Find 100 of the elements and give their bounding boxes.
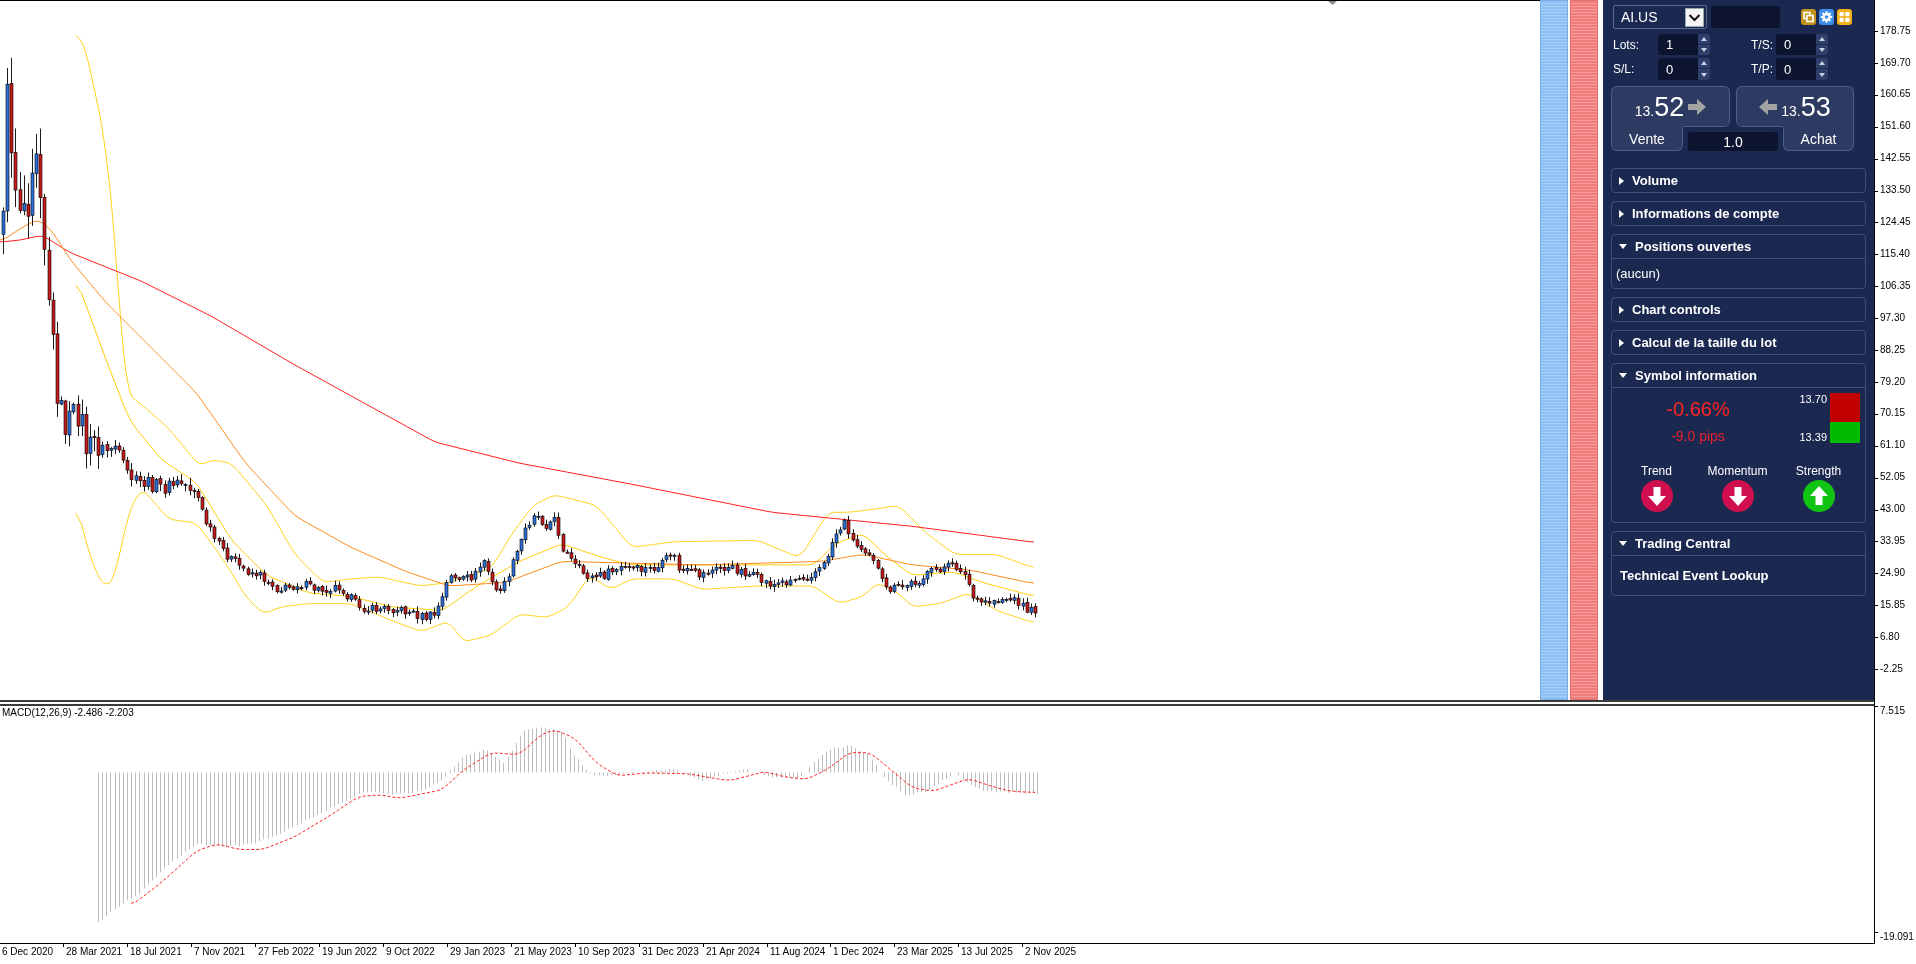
step-down-button[interactable]	[1816, 69, 1828, 80]
price-label: 43.00	[1880, 503, 1906, 515]
high-range-block	[1830, 393, 1860, 422]
section-header[interactable]: Volume	[1612, 169, 1865, 192]
low-price: 13.39	[1799, 431, 1827, 443]
low-range-block	[1830, 422, 1860, 443]
price-label: 160.65	[1880, 88, 1911, 100]
field-label: Lots:	[1613, 37, 1640, 52]
empty-positions-text: (aucun)	[1616, 266, 1661, 281]
price-label: 70.15	[1880, 407, 1906, 419]
arrow-down-icon	[1640, 480, 1673, 512]
field-label: S/L:	[1613, 62, 1636, 76]
date-label: 21 May 2023	[514, 945, 572, 957]
macd-axis-label: -19.091	[1880, 930, 1914, 942]
price-label: 142.55	[1880, 152, 1911, 164]
date-label: 23 Mar 2025	[897, 945, 954, 957]
date-label: 18 Jul 2021	[130, 945, 182, 957]
price-label: 33.95	[1880, 535, 1906, 547]
buy-button[interactable]: Achat	[1783, 127, 1854, 151]
section-header[interactable]: Symbol information	[1612, 364, 1865, 387]
caret-up-icon	[1701, 61, 1707, 65]
price-label: 169.70	[1880, 56, 1911, 68]
indicator-label: Strength	[1795, 463, 1842, 479]
number-field[interactable]: 0	[1776, 58, 1816, 80]
date-label: 7 Nov 2021	[194, 945, 246, 957]
settings-icon[interactable]	[1819, 9, 1834, 25]
arrow-left-icon	[1759, 99, 1778, 115]
macd-label: MACD(12,26,9) -2.486 -2.203	[1, 706, 134, 720]
price-label: 24.90	[1880, 566, 1906, 578]
caret-up-icon	[1819, 61, 1825, 65]
date-label: 6 Dec 2020	[2, 945, 54, 957]
step-up-button[interactable]	[1816, 34, 1828, 45]
date-label: 11 Aug 2024	[770, 945, 826, 957]
date-label: 27 Feb 2022	[258, 945, 315, 957]
caret-down-icon	[1819, 47, 1825, 52]
chevron-down-icon	[1685, 7, 1704, 27]
number-field[interactable]: 1	[1658, 34, 1698, 55]
date-label: 2 Nov 2025	[1025, 945, 1077, 957]
change-pips: -9.0 pips	[1671, 427, 1725, 445]
triangle-marker-icon	[1328, 1, 1337, 5]
caret-down-icon	[1819, 72, 1825, 77]
macd-axis-label: 7.515	[1880, 704, 1906, 716]
step-down-button[interactable]	[1698, 44, 1710, 55]
grid-icon[interactable]	[1837, 9, 1852, 25]
price-label: 115.40	[1880, 247, 1910, 259]
price-label: 79.20	[1880, 375, 1906, 387]
caret-up-icon	[1701, 36, 1707, 41]
step-up-button[interactable]	[1816, 58, 1828, 69]
sell-price-button[interactable]: 13.52	[1611, 86, 1730, 127]
lot-size-field[interactable]: 1.0	[1688, 132, 1778, 151]
price-label: 178.75	[1880, 24, 1911, 36]
caret-down-icon	[1701, 47, 1707, 52]
step-up-button[interactable]	[1698, 58, 1710, 69]
price-label: 133.50	[1880, 184, 1911, 196]
input-field[interactable]	[1711, 6, 1780, 28]
step-up-button[interactable]	[1698, 34, 1710, 45]
section-header[interactable]: Chart controls	[1612, 298, 1865, 321]
section-header[interactable]: Calcul de la taille du lot	[1612, 331, 1865, 354]
price-label: 106.35	[1880, 279, 1911, 291]
price-label: -2.25	[1880, 662, 1903, 674]
symbol-dropdown[interactable]: AI.US	[1613, 5, 1707, 29]
arrow-down-icon	[1721, 480, 1754, 512]
buy-price-button[interactable]: 13.53	[1736, 86, 1854, 127]
copy-icon[interactable]	[1801, 9, 1816, 25]
section-header[interactable]: Trading Central	[1612, 532, 1865, 555]
step-down-button[interactable]	[1816, 44, 1828, 55]
date-label: 19 Jun 2022	[322, 945, 378, 957]
date-label: 13 Jul 2025	[961, 945, 1013, 957]
price-label: 52.05	[1880, 471, 1906, 483]
price-label: 15.85	[1880, 598, 1906, 610]
price-label: 151.60	[1880, 120, 1911, 132]
price-label: 124.45	[1880, 216, 1911, 228]
arrow-right-icon	[1688, 99, 1707, 115]
date-label: 1 Dec 2024	[833, 945, 885, 957]
arrow-up-icon	[1802, 480, 1835, 512]
indicator-label: Trend	[1641, 463, 1672, 479]
date-label: 21 Apr 2024	[706, 945, 760, 957]
section-header[interactable]: Informations de compte	[1612, 202, 1865, 225]
number-field[interactable]: 0	[1658, 58, 1698, 80]
section-header[interactable]: Positions ouvertes	[1612, 235, 1865, 258]
date-label: 10 Sep 2023	[578, 945, 635, 957]
price-label: 61.10	[1880, 439, 1906, 451]
caret-down-icon	[1701, 72, 1707, 77]
high-price: 13.70	[1799, 393, 1827, 405]
caret-up-icon	[1819, 36, 1825, 41]
event-lookup-link[interactable]: Technical Event Lookup	[1620, 568, 1769, 583]
number-field[interactable]: 0	[1776, 34, 1816, 55]
indicator-label: Momentum	[1707, 463, 1768, 479]
step-down-button[interactable]	[1698, 69, 1710, 80]
field-label: T/P:	[1751, 62, 1774, 76]
date-label: 31 Dec 2023	[642, 945, 699, 957]
price-label: 6.80	[1880, 630, 1900, 642]
date-label: 28 Mar 2021	[66, 945, 123, 957]
date-label: 29 Jan 2023	[450, 945, 506, 957]
change-percent: -0.66%	[1666, 397, 1730, 421]
price-label: 88.25	[1880, 343, 1906, 355]
sell-button[interactable]: Vente	[1611, 127, 1683, 151]
field-label: T/S:	[1751, 37, 1774, 52]
date-label: 9 Oct 2022	[386, 945, 435, 957]
price-label: 97.30	[1880, 311, 1906, 323]
